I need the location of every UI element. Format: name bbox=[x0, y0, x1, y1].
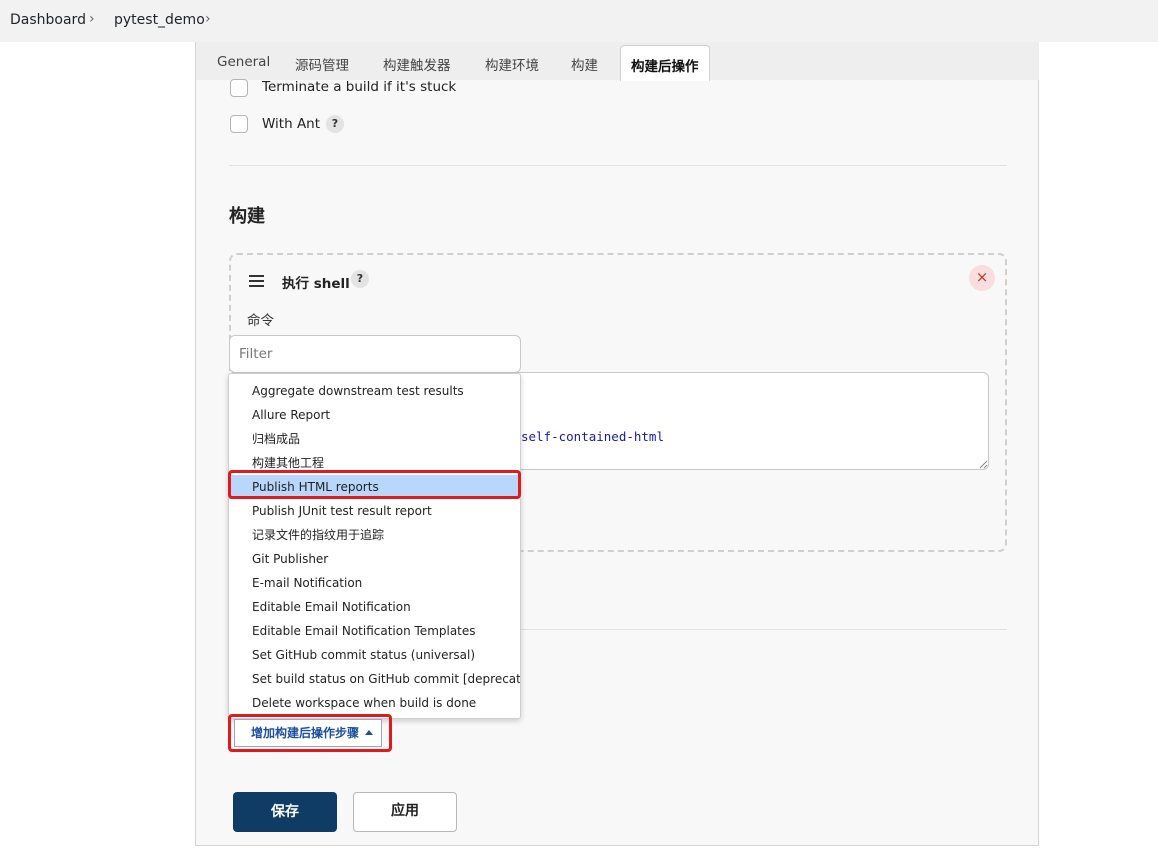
command-label: 命令 bbox=[247, 313, 274, 329]
tab-general[interactable]: General bbox=[217, 54, 270, 70]
add-post-build-step-label: 增加构建后操作步骤 bbox=[251, 726, 360, 740]
build-section-title: 构建 bbox=[229, 206, 265, 227]
tab-build-triggers[interactable]: 构建触发器 bbox=[383, 54, 451, 74]
menu-item[interactable]: 记录文件的指纹用于追踪 bbox=[229, 523, 520, 547]
menu-item[interactable]: Set build status on GitHub commit [depre… bbox=[229, 667, 520, 691]
save-button[interactable]: 保存 bbox=[233, 792, 337, 832]
breadcrumb-project-link[interactable]: pytest_demo bbox=[114, 12, 205, 28]
close-icon[interactable]: × bbox=[969, 265, 995, 291]
menu-item[interactable]: Delete workspace when build is done bbox=[229, 691, 520, 715]
build-step-title: 执行 shell bbox=[282, 276, 350, 292]
help-icon[interactable]: ? bbox=[326, 115, 344, 133]
tab-source-control[interactable]: 源码管理 bbox=[295, 54, 349, 74]
menu-item[interactable]: Editable Email Notification Templates bbox=[229, 619, 520, 643]
chevron-right-icon[interactable]: › bbox=[205, 11, 211, 27]
breadcrumb-dashboard-link[interactable]: Dashboard bbox=[10, 12, 86, 28]
menu-item[interactable]: Set GitHub commit status (universal) bbox=[229, 643, 520, 667]
apply-button[interactable]: 应用 bbox=[353, 792, 457, 832]
post-build-action-menu: Aggregate downstream test results Allure… bbox=[228, 373, 521, 719]
terminate-stuck-label: Terminate a build if it's stuck bbox=[262, 79, 457, 95]
tab-build-environment[interactable]: 构建环境 bbox=[485, 54, 539, 74]
caret-up-icon bbox=[365, 730, 374, 735]
menu-item[interactable]: Editable Email Notification bbox=[229, 595, 520, 619]
hamburger-icon[interactable] bbox=[249, 275, 264, 290]
menu-item[interactable]: Git Publisher bbox=[229, 547, 520, 571]
highlight-box bbox=[228, 470, 521, 499]
tab-post-build-actions[interactable]: 构建后操作 bbox=[620, 45, 710, 81]
tab-bar: General 源码管理 构建触发器 构建环境 构建 构建后操作 bbox=[196, 42, 1039, 81]
menu-item[interactable]: Aggregate downstream test results bbox=[229, 379, 520, 403]
resize-grip-icon[interactable] bbox=[978, 459, 988, 469]
chevron-right-icon[interactable]: › bbox=[89, 11, 95, 27]
with-ant-label: With Ant bbox=[262, 116, 321, 132]
filter-input[interactable] bbox=[229, 335, 521, 373]
help-icon[interactable]: ? bbox=[351, 270, 369, 288]
breadcrumb: Dashboard › pytest_demo › bbox=[0, 0, 1158, 42]
add-post-build-step-button[interactable]: 增加构建后操作步骤 bbox=[234, 719, 382, 747]
with-ant-checkbox[interactable] bbox=[230, 115, 248, 133]
menu-item[interactable]: E-mail Notification bbox=[229, 571, 520, 595]
tab-build[interactable]: 构建 bbox=[571, 54, 598, 74]
menu-item[interactable]: 归档成品 bbox=[229, 427, 520, 451]
section-divider bbox=[229, 165, 1007, 166]
terminate-stuck-checkbox[interactable] bbox=[230, 79, 248, 97]
menu-item[interactable]: Allure Report bbox=[229, 403, 520, 427]
menu-item[interactable]: Publish JUnit test result report bbox=[229, 499, 520, 523]
command-text: self-contained-html bbox=[521, 429, 664, 444]
